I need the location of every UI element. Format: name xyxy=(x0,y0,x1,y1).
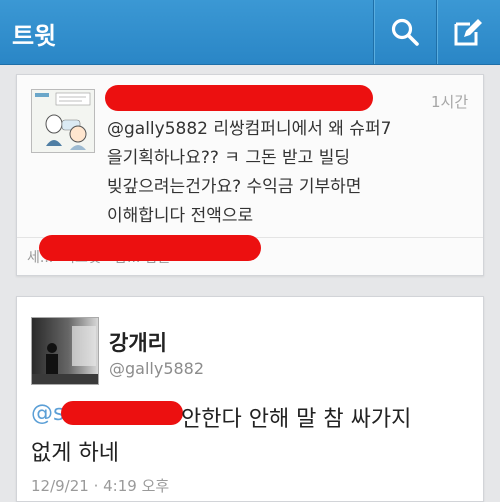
compose-button[interactable] xyxy=(437,0,499,64)
tweet-text-line-2: 없게 하네 xyxy=(31,441,119,466)
redaction-mark xyxy=(39,235,261,261)
tweet-timestamp: 12/9/21 · 4:19 오후 xyxy=(31,477,170,495)
profile-photo[interactable] xyxy=(31,317,99,385)
user-handle[interactable]: @gally5882 xyxy=(109,359,204,378)
cartoon-thumbnail-image[interactable] xyxy=(31,89,95,153)
profile-photo xyxy=(32,318,98,384)
page-title: 트윗 xyxy=(12,22,57,50)
tweet-time: 1시간 xyxy=(431,93,469,111)
redaction-mark xyxy=(61,401,183,425)
top-bar: 트윗 xyxy=(0,0,500,65)
redaction-mark xyxy=(105,85,373,111)
compose-icon xyxy=(454,19,482,46)
tweet-text-line-1: 안한다 안해 말 참 싸가지 xyxy=(181,407,412,432)
tweet-text: @gally5882 리쌍컴퍼니에서 왜 슈퍼7 을기획하나요?? ㅋ 그돈 받… xyxy=(107,119,392,226)
cartoon-thumbnail-image xyxy=(32,90,94,152)
user-name[interactable]: 강개리 xyxy=(109,327,167,357)
tweet-card[interactable]: 1시간 @gally5882 리쌍컴퍼니에서 왜 슈퍼7 을기획하나요?? ㅋ … xyxy=(16,74,484,276)
search-icon xyxy=(391,18,419,46)
search-button[interactable] xyxy=(374,0,436,64)
tweet-detail-card[interactable]: 강개리 @gally5882 @so 안한다 안해 말 참 싸가지 없게 하네 … xyxy=(16,296,484,502)
